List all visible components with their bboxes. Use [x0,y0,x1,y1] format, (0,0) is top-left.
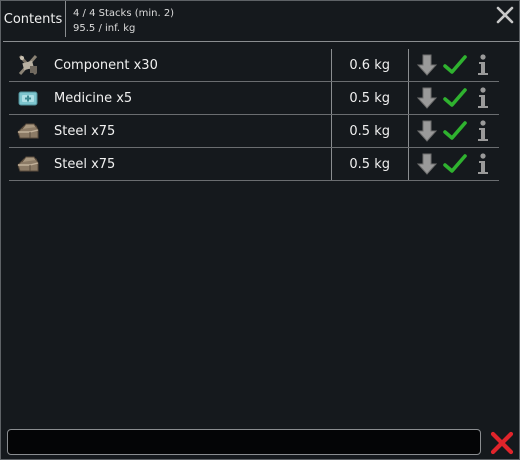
check-icon [443,154,467,173]
tab-contents[interactable]: Contents [1,1,66,37]
item-label: Steel x75 [54,123,116,139]
header-divider [3,41,519,42]
item-mass: 0.6 kg [331,49,409,81]
item-actions [415,119,499,143]
item-mass-value: 0.5 kg [349,123,390,139]
tab-contents-label: Contents [3,11,63,27]
check-icon [443,121,467,140]
search-input[interactable] [7,429,481,455]
item-mass: 0.5 kg [331,82,409,114]
info-icon [478,120,488,141]
arrow-down-icon [417,120,437,142]
info-icon [478,87,488,108]
clear-search-icon[interactable] [489,430,515,456]
arrow-down-icon [417,54,437,76]
item-mass: 0.5 kg [331,148,409,180]
item-actions [415,86,499,110]
item-label: Component x30 [54,57,158,73]
info-button[interactable] [471,119,495,143]
info-icon [478,54,488,75]
allow-toggle[interactable] [443,152,467,176]
drop-button[interactable] [415,53,439,77]
drop-button[interactable] [415,119,439,143]
info-icon [478,153,488,174]
mass-total: 95.5 / inf. kg [73,23,136,34]
item-label: Medicine x5 [54,90,133,106]
item-mass-value: 0.5 kg [349,90,390,106]
arrow-down-icon [417,87,437,109]
check-icon [443,88,467,107]
close-icon[interactable] [495,5,515,25]
item-mass-value: 0.6 kg [349,57,390,73]
medicine-icon [15,85,41,111]
stacks-count: 4 / 4 Stacks (min. 2) [73,8,175,19]
allow-toggle[interactable] [443,53,467,77]
component-icon [15,52,41,78]
drop-button[interactable] [415,86,439,110]
item-row[interactable]: Steel x75 0.5 kg [9,148,499,181]
allow-toggle[interactable] [443,86,467,110]
steel-icon [15,151,41,177]
check-icon [443,55,467,74]
contents-window: Contents 4 / 4 Stacks (min. 2) 95.5 / in… [0,0,520,460]
steel-icon [15,118,41,144]
drop-button[interactable] [415,152,439,176]
item-row[interactable]: Steel x75 0.5 kg [9,115,499,148]
item-actions [415,152,499,176]
item-row[interactable]: Medicine x5 0.5 kg [9,82,499,115]
item-mass-value: 0.5 kg [349,156,390,172]
arrow-down-icon [417,153,437,175]
item-row[interactable]: Component x30 0.6 kg [9,49,499,82]
info-button[interactable] [471,86,495,110]
info-button[interactable] [471,53,495,77]
info-button[interactable] [471,152,495,176]
item-mass: 0.5 kg [331,115,409,147]
allow-toggle[interactable] [443,119,467,143]
item-actions [415,53,499,77]
item-list: Component x30 0.6 kg Medicine x5 0.5 kg … [9,49,499,181]
item-label: Steel x75 [54,156,116,172]
stack-summary: 4 / 4 Stacks (min. 2) 95.5 / inf. kg [73,6,174,36]
